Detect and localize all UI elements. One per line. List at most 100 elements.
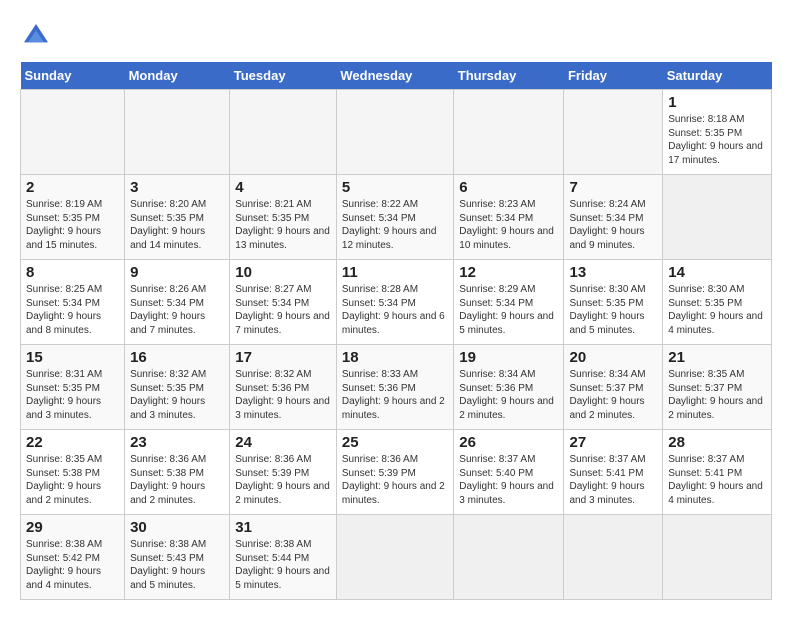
calendar-cell: 26Sunrise: 8:37 AMSunset: 5:40 PMDayligh… (454, 430, 564, 515)
day-number: 30 (130, 519, 224, 536)
calendar-cell: 29Sunrise: 8:38 AMSunset: 5:42 PMDayligh… (21, 515, 125, 600)
day-info: Sunrise: 8:32 AMSunset: 5:35 PMDaylight:… (130, 368, 224, 422)
day-info: Sunrise: 8:32 AMSunset: 5:36 PMDaylight:… (235, 368, 331, 422)
day-number: 3 (130, 179, 224, 196)
day-number: 22 (26, 434, 119, 451)
day-info: Sunrise: 8:37 AMSunset: 5:41 PMDaylight:… (569, 453, 657, 507)
day-info: Sunrise: 8:19 AMSunset: 5:35 PMDaylight:… (26, 198, 119, 252)
calendar-cell: 1Sunrise: 8:18 AMSunset: 5:35 PMDaylight… (663, 90, 772, 175)
calendar-cell (336, 515, 453, 600)
calendar-week: 22Sunrise: 8:35 AMSunset: 5:38 PMDayligh… (21, 430, 772, 515)
calendar-cell: 5 Sunrise: 8:22 AMSunset: 5:34 PMDaylight… (336, 175, 453, 260)
calendar-cell: 15Sunrise: 8:31 AMSunset: 5:35 PMDayligh… (21, 345, 125, 430)
day-info: Sunrise: 8:34 AMSunset: 5:36 PMDaylight:… (459, 368, 558, 422)
calendar-cell: 18 Sunrise: 8:33 AMSunset: 5:36 PMDayligh… (336, 345, 453, 430)
logo (20, 20, 56, 52)
calendar-week: 15Sunrise: 8:31 AMSunset: 5:35 PMDayligh… (21, 345, 772, 430)
day-info: Sunrise: 8:37 AMSunset: 5:41 PMDaylight:… (668, 453, 766, 507)
calendar-cell: 25 Sunrise: 8:36 AMSunset: 5:39 PMDayligh… (336, 430, 453, 515)
day-number: 20 (569, 349, 657, 366)
calendar-cell: 12 Sunrise: 8:29 AMSunset: 5:34 PMDayligh… (454, 260, 564, 345)
day-number: 17 (235, 349, 331, 366)
day-info: Sunrise: 8:34 AMSunset: 5:37 PMDaylight:… (569, 368, 657, 422)
calendar-cell: 7Sunrise: 8:24 AMSunset: 5:34 PMDaylight… (564, 175, 663, 260)
day-info: Sunrise: 8:38 AMSunset: 5:44 PMDaylight:… (235, 538, 331, 592)
weekday-header: Monday (125, 62, 230, 90)
calendar-cell: 14Sunrise: 8:30 AMSunset: 5:35 PMDayligh… (663, 260, 772, 345)
day-info: Sunrise: 8:23 AMSunset: 5:34 PMDaylight:… (459, 198, 558, 252)
day-number: 6 (459, 179, 558, 196)
day-number: 2 (26, 179, 119, 196)
calendar-cell (454, 515, 564, 600)
day-number: 8 (26, 264, 119, 281)
day-info: Sunrise: 8:20 AMSunset: 5:35 PMDaylight:… (130, 198, 224, 252)
day-info: Sunrise: 8:36 AMSunset: 5:39 PMDaylight:… (235, 453, 331, 507)
logo-icon (20, 20, 52, 52)
calendar-cell: 21Sunrise: 8:35 AMSunset: 5:37 PMDayligh… (663, 345, 772, 430)
day-number: 5 (342, 179, 448, 196)
calendar-cell (663, 515, 772, 600)
day-number: 12 (459, 264, 558, 281)
calendar-cell: 10Sunrise: 8:27 AMSunset: 5:34 PMDayligh… (230, 260, 337, 345)
calendar-week: 29Sunrise: 8:38 AMSunset: 5:42 PMDayligh… (21, 515, 772, 600)
calendar-week: 2 Sunrise: 8:19 AMSunset: 5:35 PMDaylight… (21, 175, 772, 260)
calendar-cell: 6 Sunrise: 8:23 AMSunset: 5:34 PMDaylight… (454, 175, 564, 260)
calendar-cell: 22Sunrise: 8:35 AMSunset: 5:38 PMDayligh… (21, 430, 125, 515)
day-number: 31 (235, 519, 331, 536)
day-info: Sunrise: 8:25 AMSunset: 5:34 PMDaylight:… (26, 283, 119, 337)
weekday-header: Friday (564, 62, 663, 90)
page-header (20, 20, 772, 52)
calendar-table: SundayMondayTuesdayWednesdayThursdayFrid… (20, 62, 772, 600)
day-info: Sunrise: 8:37 AMSunset: 5:40 PMDaylight:… (459, 453, 558, 507)
calendar-cell (336, 90, 453, 175)
calendar-cell: 28Sunrise: 8:37 AMSunset: 5:41 PMDayligh… (663, 430, 772, 515)
day-number: 16 (130, 349, 224, 366)
calendar-header: SundayMondayTuesdayWednesdayThursdayFrid… (21, 62, 772, 90)
day-number: 18 (342, 349, 448, 366)
day-number: 25 (342, 434, 448, 451)
weekday-header: Thursday (454, 62, 564, 90)
day-number: 11 (342, 264, 448, 281)
calendar-cell: 23Sunrise: 8:36 AMSunset: 5:38 PMDayligh… (125, 430, 230, 515)
calendar-week: 8 Sunrise: 8:25 AMSunset: 5:34 PMDaylight… (21, 260, 772, 345)
day-number: 29 (26, 519, 119, 536)
weekday-header: Wednesday (336, 62, 453, 90)
day-number: 13 (569, 264, 657, 281)
day-info: Sunrise: 8:29 AMSunset: 5:34 PMDaylight:… (459, 283, 558, 337)
calendar-cell: 13 Sunrise: 8:30 AMSunset: 5:35 PMDayligh… (564, 260, 663, 345)
calendar-cell: 2 Sunrise: 8:19 AMSunset: 5:35 PMDaylight… (21, 175, 125, 260)
calendar-cell: 9Sunrise: 8:26 AMSunset: 5:34 PMDaylight… (125, 260, 230, 345)
calendar-cell: 17 Sunrise: 8:32 AMSunset: 5:36 PMDayligh… (230, 345, 337, 430)
day-number: 4 (235, 179, 331, 196)
day-info: Sunrise: 8:28 AMSunset: 5:34 PMDaylight:… (342, 283, 448, 337)
day-number: 27 (569, 434, 657, 451)
calendar-cell (564, 90, 663, 175)
day-number: 19 (459, 349, 558, 366)
calendar-cell: 20 Sunrise: 8:34 AMSunset: 5:37 PMDayligh… (564, 345, 663, 430)
calendar-cell (125, 90, 230, 175)
day-info: Sunrise: 8:30 AMSunset: 5:35 PMDaylight:… (569, 283, 657, 337)
day-info: Sunrise: 8:36 AMSunset: 5:39 PMDaylight:… (342, 453, 448, 507)
calendar-cell: 4 Sunrise: 8:21 AMSunset: 5:35 PMDaylight… (230, 175, 337, 260)
calendar-cell (663, 175, 772, 260)
weekday-header: Saturday (663, 62, 772, 90)
day-info: Sunrise: 8:22 AMSunset: 5:34 PMDaylight:… (342, 198, 448, 252)
day-number: 24 (235, 434, 331, 451)
day-info: Sunrise: 8:24 AMSunset: 5:34 PMDaylight:… (569, 198, 657, 252)
calendar-cell: 16 Sunrise: 8:32 AMSunset: 5:35 PMDayligh… (125, 345, 230, 430)
calendar-cell (454, 90, 564, 175)
calendar-cell: 30 Sunrise: 8:38 AMSunset: 5:43 PMDayligh… (125, 515, 230, 600)
calendar-cell (21, 90, 125, 175)
calendar-cell: 27 Sunrise: 8:37 AMSunset: 5:41 PMDayligh… (564, 430, 663, 515)
calendar-cell (564, 515, 663, 600)
calendar-week: 1Sunrise: 8:18 AMSunset: 5:35 PMDaylight… (21, 90, 772, 175)
calendar-cell: 8 Sunrise: 8:25 AMSunset: 5:34 PMDaylight… (21, 260, 125, 345)
day-info: Sunrise: 8:33 AMSunset: 5:36 PMDaylight:… (342, 368, 448, 422)
day-number: 1 (668, 94, 766, 111)
weekday-header: Sunday (21, 62, 125, 90)
day-info: Sunrise: 8:36 AMSunset: 5:38 PMDaylight:… (130, 453, 224, 507)
calendar-cell: 3 Sunrise: 8:20 AMSunset: 5:35 PMDaylight… (125, 175, 230, 260)
day-info: Sunrise: 8:21 AMSunset: 5:35 PMDaylight:… (235, 198, 331, 252)
day-info: Sunrise: 8:38 AMSunset: 5:43 PMDaylight:… (130, 538, 224, 592)
calendar-cell: 24 Sunrise: 8:36 AMSunset: 5:39 PMDayligh… (230, 430, 337, 515)
